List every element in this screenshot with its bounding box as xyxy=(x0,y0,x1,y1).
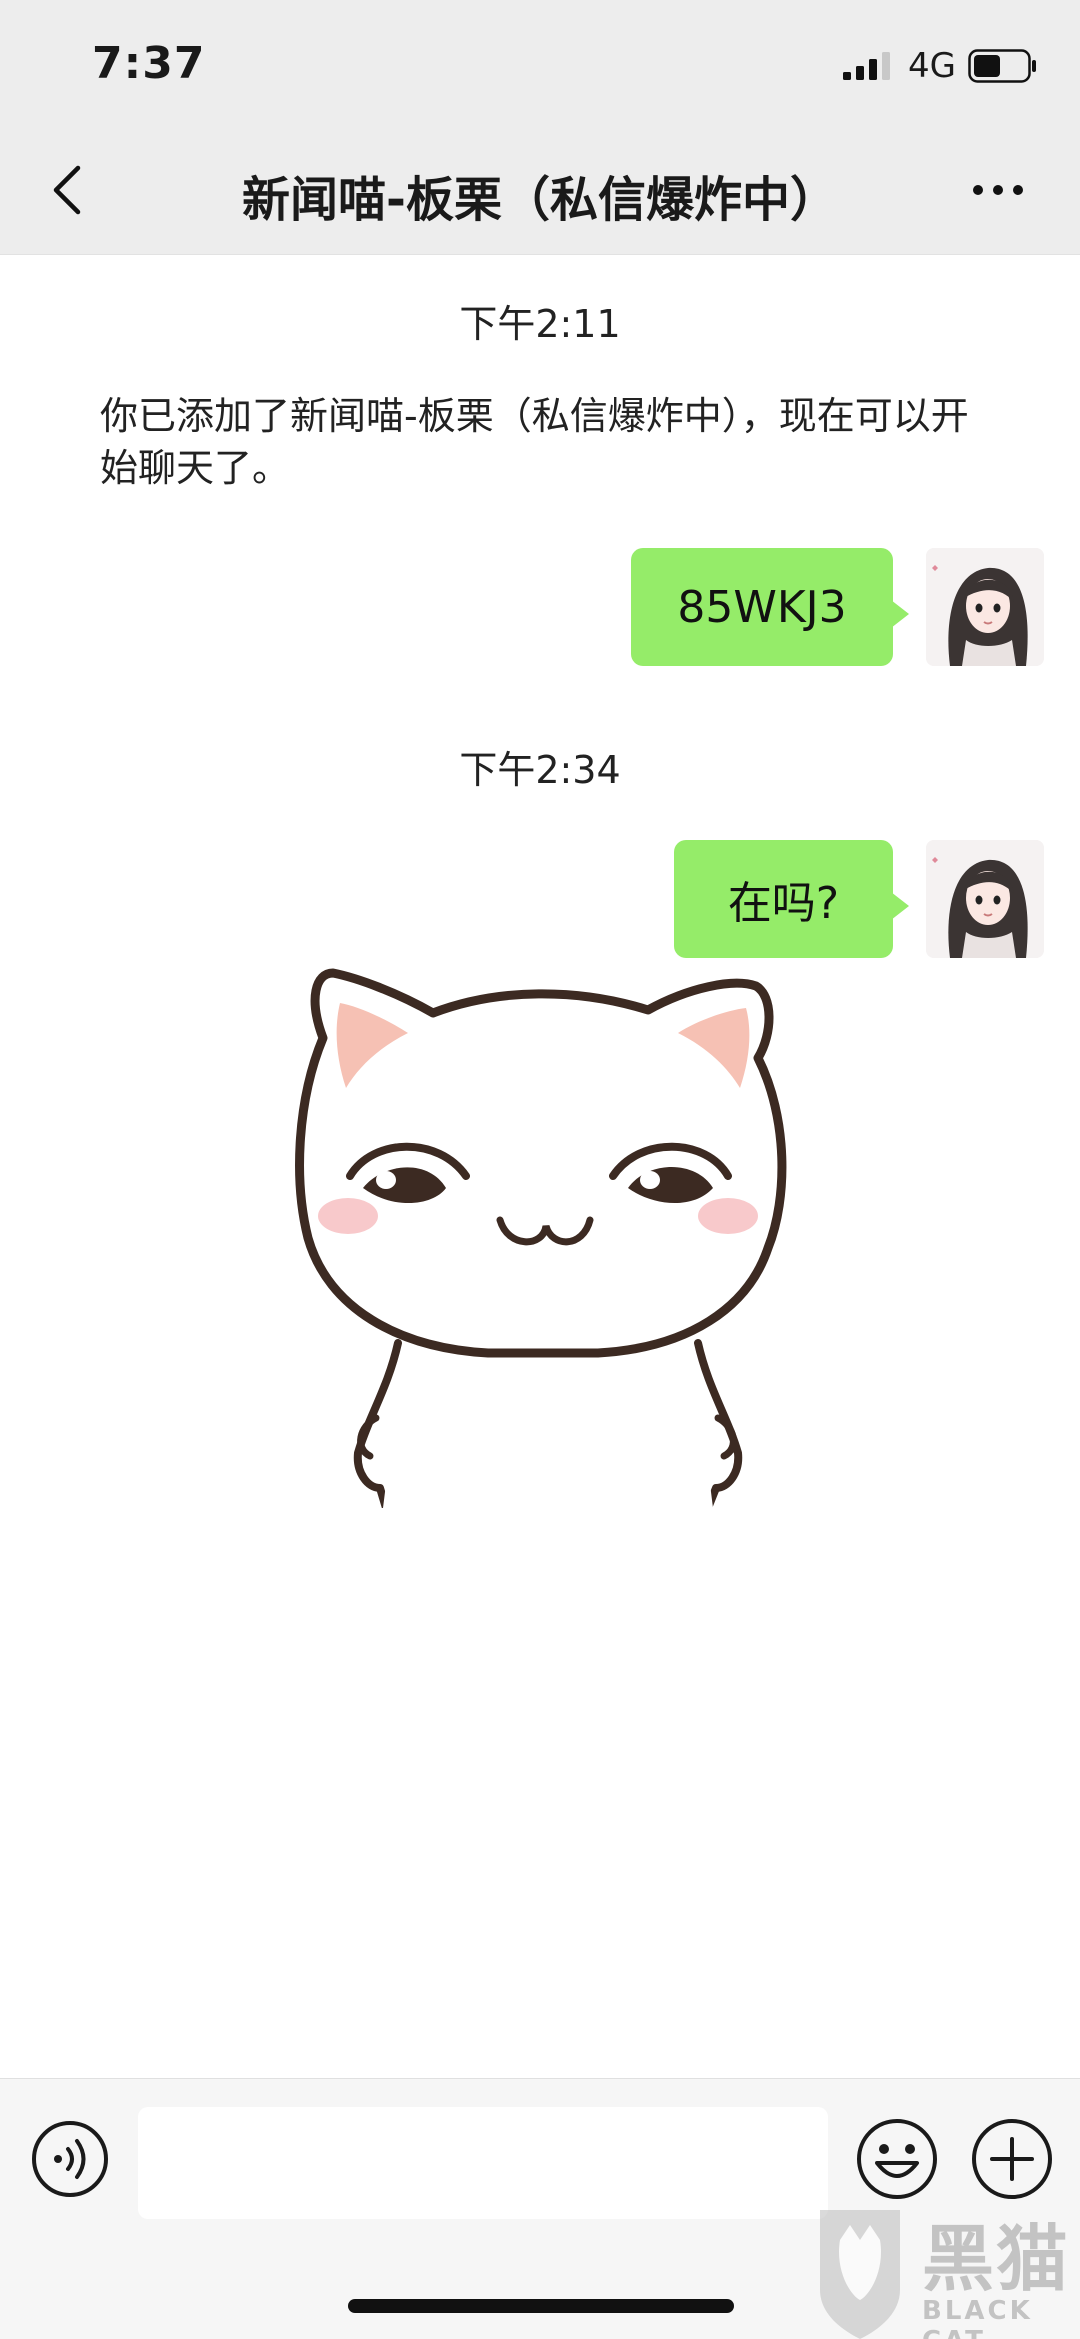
message-bubble[interactable]: 在吗? xyxy=(674,840,909,958)
message-input[interactable] xyxy=(138,2107,828,2219)
nav-bar: 新闻喵-板栗（私信爆炸中） xyxy=(0,130,1080,255)
chat-area[interactable]: 下午2:11 你已添加了新闻喵-板栗（私信爆炸中），现在可以开始聊天了。 85W… xyxy=(0,255,1080,2078)
more-options-icon[interactable] xyxy=(968,170,1028,210)
signal-icon xyxy=(843,52,890,80)
system-message: 你已添加了新闻喵-板栗（私信爆炸中），现在可以开始聊天了。 xyxy=(100,394,969,490)
status-bar: 7:37 4G xyxy=(0,0,1080,130)
battery-icon xyxy=(968,49,1036,83)
network-type: 4G xyxy=(908,46,956,86)
timestamp: 下午2:11 xyxy=(459,302,621,346)
watermark-subtext: BLACK CAT xyxy=(922,2296,1033,2339)
emoji-icon[interactable] xyxy=(855,2117,939,2201)
avatar[interactable] xyxy=(926,840,1044,958)
message-bubble[interactable]: 85WKJ3 xyxy=(631,548,909,666)
plus-icon[interactable] xyxy=(970,2117,1054,2201)
cat-sticker[interactable] xyxy=(268,948,818,1508)
voice-icon[interactable] xyxy=(30,2119,110,2199)
watermark-text: 黑猫 xyxy=(922,2217,1071,2301)
home-indicator[interactable] xyxy=(348,2299,734,2313)
avatar[interactable] xyxy=(926,548,1044,666)
status-time: 7:37 xyxy=(92,38,206,89)
back-chevron-icon[interactable] xyxy=(40,160,100,220)
watermark: 黑猫 BLACK CAT xyxy=(810,2200,1080,2339)
timestamp: 下午2:34 xyxy=(459,748,621,792)
cat-logo-icon xyxy=(820,2210,900,2339)
chat-title: 新闻喵-板栗（私信爆炸中） xyxy=(242,172,838,228)
